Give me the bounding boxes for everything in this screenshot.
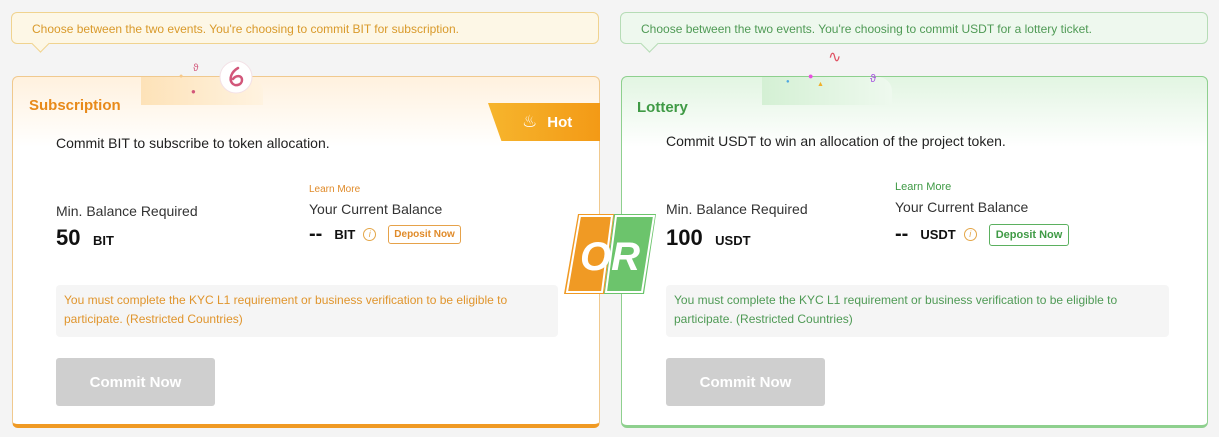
card-title: Lottery [637,99,688,116]
restricted-countries-link[interactable]: Restricted Countries [130,312,239,326]
confetti-decor: ● [179,73,184,80]
confetti-decor: ● [191,87,196,96]
lottery-tip: Choose between the two events. You're ch… [620,12,1208,53]
confetti-decor: ϑ [870,73,877,85]
kyc-notice-close: ) [848,312,853,326]
tip-arrow [31,34,50,53]
subscription-tip: Choose between the two events. You're ch… [11,12,599,53]
card-title: Subscription [29,97,121,114]
hot-badge: ♨ Hot [488,103,600,141]
info-icon[interactable]: i [363,228,377,241]
lottery-card[interactable]: ● ∿ ϑ ▲ ● Lottery Commit USDT to win an … [621,49,1208,428]
kyc-notice: You must complete the KYC L1 requirement… [56,285,558,337]
min-balance-value: 100 [666,225,703,250]
commit-now-button[interactable]: Commit Now [666,358,825,406]
current-balance-section: Learn More Your Current Balance -- BIT i… [309,184,461,246]
kyc-notice: You must complete the KYC L1 requirement… [666,285,1169,337]
current-balance-value: -- [895,223,909,245]
confetti-decor: ● [808,71,814,81]
min-balance-value: 50 [56,225,81,250]
bit-logo-icon [219,60,253,94]
min-balance-section: Min. Balance Required 50 BIT [56,203,198,251]
subscription-tip-text: Choose between the two events. You're ch… [32,22,459,36]
info-icon[interactable]: i [963,228,977,241]
card-description: Commit USDT to win an allocation of the … [666,133,1006,149]
confetti-decor: ∿ [828,49,842,66]
min-balance-label: Min. Balance Required [666,201,808,217]
confetti-decor: ▲ [817,81,824,88]
learn-more-link[interactable]: Learn More [309,184,461,195]
min-balance-unit: USDT [715,233,751,248]
current-balance-unit: USDT [920,227,956,242]
lottery-panel: Choose between the two events. You're ch… [610,0,1219,437]
min-balance-section: Min. Balance Required 100 USDT [666,201,808,251]
confetti-decor: ● [786,79,790,85]
min-balance-label: Min. Balance Required [56,203,198,219]
current-balance-unit: BIT [334,227,356,242]
card-description: Commit BIT to subscribe to token allocat… [56,135,330,151]
hot-label: Hot [547,113,573,131]
min-balance-unit: BIT [92,233,114,248]
deposit-now-button[interactable]: Deposit Now [988,223,1070,246]
commit-now-button[interactable]: Commit Now [56,358,215,406]
current-balance-section: Learn More Your Current Balance -- USDT … [895,181,1070,246]
restricted-countries-link[interactable]: Restricted Countries [740,312,849,326]
or-text: OR [580,235,640,279]
lottery-tip-text: Choose between the two events. You're ch… [641,22,1092,36]
learn-more-link[interactable]: Learn More [895,181,1069,193]
subscription-card[interactable]: ϑ ● ● Subscription ♨ Hot Commit BIT to s… [12,60,600,428]
confetti-decor: ϑ [193,63,199,74]
deposit-now-button[interactable]: Deposit Now [388,225,461,244]
tip-arrow [640,34,659,53]
current-balance-value: -- [309,223,323,245]
subscription-panel: Choose between the two events. You're ch… [0,0,610,437]
or-divider: OR [564,214,656,294]
flame-icon: ♨ [522,112,538,131]
kyc-notice-close: ) [238,312,243,326]
current-balance-label: Your Current Balance [895,199,1029,215]
current-balance-label: Your Current Balance [309,201,443,217]
